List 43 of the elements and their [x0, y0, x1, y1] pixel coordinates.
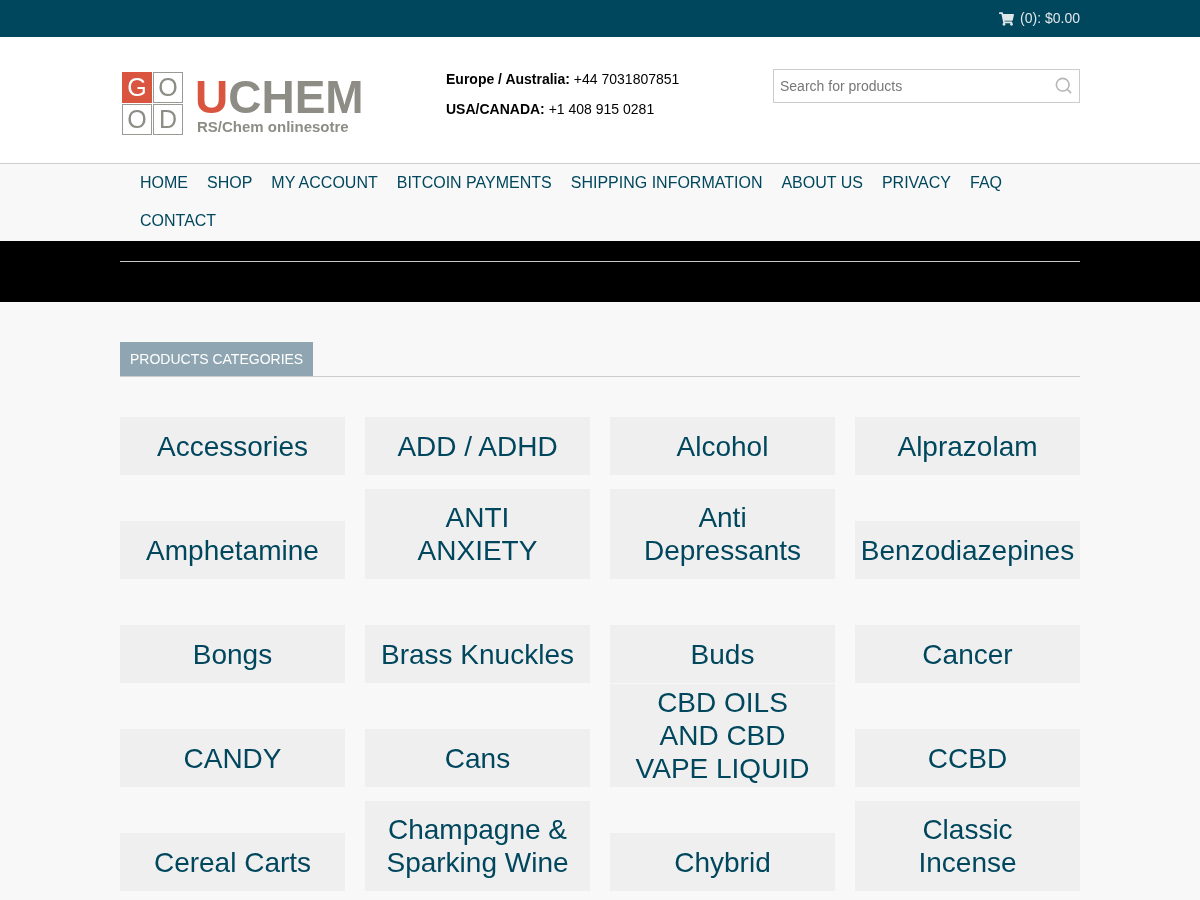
section-title: PRODUCTS CATEGORIES — [120, 342, 314, 376]
nav-link[interactable]: PRIVACY — [881, 164, 951, 202]
category-tile[interactable]: Cancer — [855, 625, 1080, 683]
search-field[interactable]: Search for products — [773, 69, 1080, 103]
category-tile[interactable]: Champagne & Sparking Wine — [365, 801, 590, 891]
contact-phone: USA/CANADA: +1 408 915 0281 — [446, 100, 656, 119]
logo-letter: G — [122, 72, 152, 103]
category-tile[interactable]: Accessories — [120, 417, 345, 475]
nav-link[interactable]: ABOUT US — [781, 164, 863, 202]
category-tile[interactable]: Brass Knuckles — [365, 625, 590, 683]
category-tile[interactable]: Chybrid — [610, 833, 835, 891]
category-tile[interactable]: Bongs — [120, 625, 345, 683]
category-tile[interactable]: Benzodiazepines — [855, 521, 1080, 579]
logo-letter: O — [153, 72, 183, 103]
nav-link[interactable]: BITCOIN PAYMENTS — [396, 164, 552, 202]
nav-link[interactable]: SHOP — [207, 164, 253, 202]
category-tile[interactable]: Buds — [610, 625, 835, 683]
logo-initial: U — [195, 76, 229, 118]
category-tile[interactable]: Classic Incense — [855, 801, 1080, 891]
category-tile[interactable]: CCBD — [855, 729, 1080, 787]
nav-link[interactable]: MY ACCOUNT — [271, 164, 378, 202]
category-tile[interactable]: Cereal Carts — [120, 833, 345, 891]
category-tile[interactable]: Alprazolam — [855, 417, 1080, 475]
category-tile[interactable]: Cans — [365, 729, 590, 787]
nav-link[interactable]: HOME — [140, 164, 188, 202]
logo-letter: O — [122, 104, 152, 135]
category-tile[interactable]: ANTI ANXIETY — [365, 489, 590, 579]
category-tile[interactable]: CANDY — [120, 729, 345, 787]
cart-icon — [999, 11, 1015, 26]
logo-tagline: RS/Chem onlinesotre — [197, 118, 350, 136]
contact-phone: Europe / Australia: +44 7031807851 — [446, 70, 681, 89]
logo-letter: D — [153, 104, 183, 135]
category-tile[interactable]: ADD / ADHD — [365, 417, 590, 475]
logo-wordmark: CHEM — [228, 76, 364, 118]
category-tile[interactable]: Amphetamine — [120, 521, 345, 579]
category-tile[interactable]: CBD OILS AND CBD VAPE LIQUID — [610, 684, 835, 787]
nav-link[interactable]: SHIPPING INFORMATION — [570, 164, 763, 202]
nav-link[interactable]: CONTACT — [140, 202, 217, 240]
search-icon[interactable] — [1054, 76, 1073, 95]
nav-link[interactable]: FAQ — [970, 164, 1002, 202]
category-tile[interactable]: Alcohol — [610, 417, 835, 475]
category-tile[interactable]: Anti Depressants — [610, 489, 835, 579]
cart-link[interactable]: (0): $0.00 — [999, 8, 1080, 29]
